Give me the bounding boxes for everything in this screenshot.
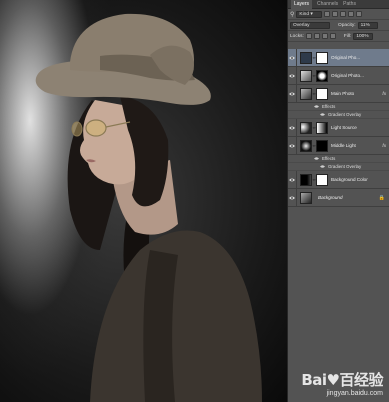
effect-gradient-overlay[interactable]: Gradient Overlay (288, 163, 389, 171)
effects-label: Effects (322, 156, 336, 161)
layer-name[interactable]: Original Photo... (331, 73, 364, 78)
lock-position-icon[interactable] (321, 33, 328, 39)
search-icon: ⚲ (290, 11, 295, 18)
layer-name[interactable]: Original Pho... (331, 55, 360, 60)
layer-row[interactable]: ∞ Original Photo... (288, 67, 389, 85)
visibility-eye-icon[interactable] (288, 67, 297, 84)
blend-mode-select[interactable]: Overlay (290, 21, 330, 29)
visibility-eye-icon[interactable] (288, 49, 297, 66)
document-canvas[interactable] (0, 0, 287, 402)
lock-row: Locks: Fill: 100% (288, 31, 389, 42)
blend-mode-value: Overlay (293, 22, 310, 28)
layer-mask-thumbnail[interactable] (316, 51, 328, 64)
lock-label: Locks: (290, 33, 304, 39)
effects-row[interactable]: Effects (288, 155, 389, 163)
layer-name[interactable]: Background (318, 195, 343, 200)
effect-gradient-overlay[interactable]: Gradient Overlay (288, 111, 389, 119)
fill-label: Fill: (343, 33, 352, 39)
layer-mask-thumbnail[interactable] (316, 139, 328, 152)
layer-thumbnail (300, 121, 312, 134)
lock-transparency-icon[interactable] (305, 33, 312, 39)
visibility-eye-icon[interactable] (288, 119, 297, 136)
layer-row[interactable]: ∞ Background Color (288, 171, 389, 189)
fx-icon[interactable]: fx (382, 91, 386, 96)
blend-row: Overlay Opacity: 11% (288, 20, 389, 31)
watermark: Bai♥百经验 jingyan.baidu.com (301, 369, 383, 397)
filter-smart-icon[interactable] (356, 11, 363, 17)
lock-icon: 🔒 (378, 194, 385, 201)
visibility-eye-icon[interactable] (320, 112, 325, 117)
lock-all-icon[interactable] (329, 33, 336, 39)
layer-thumbnail (300, 191, 312, 204)
tab-paths[interactable]: Paths (343, 1, 356, 7)
opacity-input[interactable]: 11% (357, 21, 378, 29)
filter-adjustment-icon[interactable] (332, 11, 339, 17)
visibility-eye-icon[interactable] (288, 171, 297, 188)
layer-mask-thumbnail[interactable] (316, 69, 328, 82)
visibility-eye-icon[interactable] (288, 137, 297, 154)
layers-list: ∞ Original Pho... ∞ Original Photo... ∞ … (288, 49, 389, 207)
effects-label: Effects (322, 104, 336, 109)
effect-name: Gradient Overlay (328, 112, 362, 117)
layer-thumbnail (300, 87, 312, 100)
layer-name[interactable]: Main Photo (331, 91, 354, 96)
layer-row[interactable]: ∞ Original Pho... (288, 49, 389, 67)
layer-thumbnail (300, 69, 312, 82)
visibility-eye-icon[interactable] (314, 104, 319, 109)
lock-pixels-icon[interactable] (313, 33, 320, 39)
effect-name: Gradient Overlay (328, 164, 362, 169)
watermark-url: jingyan.baidu.com (326, 390, 383, 397)
layer-row[interactable]: ∞ Main Photo fx (288, 85, 389, 103)
layer-mask-thumbnail[interactable] (316, 173, 328, 186)
layer-thumbnail (300, 139, 312, 152)
layer-mask-thumbnail[interactable] (316, 121, 328, 134)
filter-shape-icon[interactable] (348, 11, 355, 17)
layer-thumbnail (300, 173, 312, 186)
fx-icon[interactable]: fx (382, 143, 386, 148)
visibility-eye-icon[interactable] (288, 85, 297, 102)
layer-row[interactable]: ∞ Light Source (288, 119, 389, 137)
filter-kind-label: Kind (299, 11, 310, 17)
panel-tabs: Layers Channels Paths (288, 0, 389, 9)
filter-row: ⚲ Kind ▾ (288, 9, 389, 20)
layer-name[interactable]: Middle Light (331, 143, 356, 148)
portrait-photo (35, 13, 262, 402)
layer-mask-thumbnail[interactable] (316, 87, 328, 100)
tab-layers[interactable]: Layers (291, 0, 313, 9)
effects-row[interactable]: Effects (288, 103, 389, 111)
opacity-label: Opacity: (338, 22, 356, 28)
visibility-eye-icon[interactable] (288, 189, 297, 206)
layer-name[interactable]: Background Color (331, 177, 368, 182)
visibility-eye-icon[interactable] (320, 164, 325, 169)
watermark-logo: Bai♥百经验 (301, 371, 383, 389)
layer-row[interactable]: Background 🔒 (288, 189, 389, 207)
filter-type-icon[interactable] (340, 11, 347, 17)
layers-panel: Layers Channels Paths ⚲ Kind ▾ Overlay O… (287, 0, 389, 402)
layer-thumbnail (300, 51, 312, 64)
tab-channels[interactable]: Channels (317, 1, 338, 7)
filter-kind-select[interactable]: Kind ▾ (296, 10, 323, 18)
layer-row[interactable]: ∞ Middle Light fx (288, 137, 389, 155)
filter-pixel-icon[interactable] (324, 11, 331, 17)
visibility-eye-icon[interactable] (314, 156, 319, 161)
fill-input[interactable]: 100% (353, 32, 374, 40)
layer-name[interactable]: Light Source (331, 125, 357, 130)
